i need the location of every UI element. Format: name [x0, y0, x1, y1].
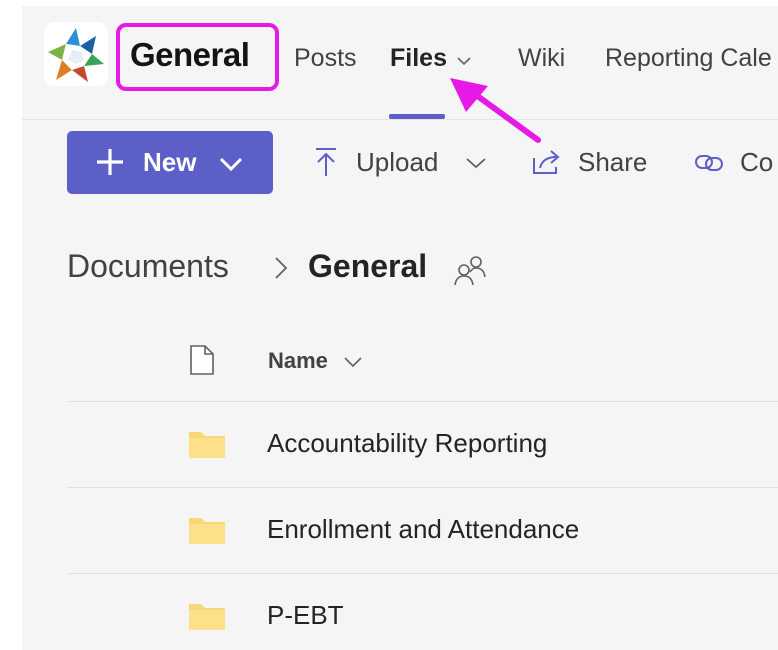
folder-icon	[189, 604, 225, 630]
folder-name[interactable]: Enrollment and Attendance	[267, 514, 579, 545]
document-icon	[190, 345, 214, 375]
copy-link-button[interactable]: Co	[740, 147, 773, 178]
list-header: Name	[67, 336, 778, 402]
copy-link-icon[interactable]	[694, 152, 726, 174]
share-button[interactable]: Share	[578, 147, 647, 178]
tab-reporting-calendar[interactable]: Reporting Cale	[605, 44, 772, 73]
folder-name[interactable]: Accountability Reporting	[267, 428, 547, 459]
tab-files[interactable]: Files	[390, 44, 447, 73]
new-button-label: New	[143, 147, 197, 177]
tab-posts[interactable]: Posts	[294, 44, 357, 73]
tab-wiki[interactable]: Wiki	[518, 44, 565, 73]
chevron-down-icon[interactable]	[465, 157, 487, 169]
folder-icon	[189, 432, 225, 458]
upload-button[interactable]: Upload	[356, 147, 438, 178]
team-logo-icon[interactable]	[44, 22, 108, 86]
channel-name: General	[130, 36, 250, 73]
list-item[interactable]: Enrollment and Attendance	[67, 488, 778, 574]
chevron-down-icon	[219, 157, 243, 171]
annotation-arrow	[450, 78, 541, 143]
plus-icon	[97, 149, 123, 175]
folder-name[interactable]: P-EBT	[267, 600, 344, 631]
new-button[interactable]: New	[67, 131, 273, 194]
upload-icon[interactable]	[314, 147, 338, 177]
active-tab-indicator	[389, 114, 445, 119]
share-icon[interactable]	[530, 148, 562, 176]
people-icon[interactable]	[452, 252, 488, 288]
channel-header: General Posts Files Wiki Reporting Cale	[22, 6, 778, 120]
list-item[interactable]: Accountability Reporting	[67, 402, 778, 488]
chevron-down-icon[interactable]	[343, 356, 363, 368]
breadcrumb-documents[interactable]: Documents	[67, 248, 229, 285]
folder-icon	[189, 518, 225, 544]
chevron-right-icon	[275, 257, 288, 279]
name-column-header[interactable]: Name	[268, 348, 328, 374]
chevron-down-icon[interactable]	[456, 56, 472, 66]
list-item[interactable]: P-EBT	[67, 574, 778, 650]
breadcrumb-current: General	[308, 248, 428, 284]
teams-files-view: General Posts Files Wiki Reporting Cale …	[22, 6, 778, 650]
